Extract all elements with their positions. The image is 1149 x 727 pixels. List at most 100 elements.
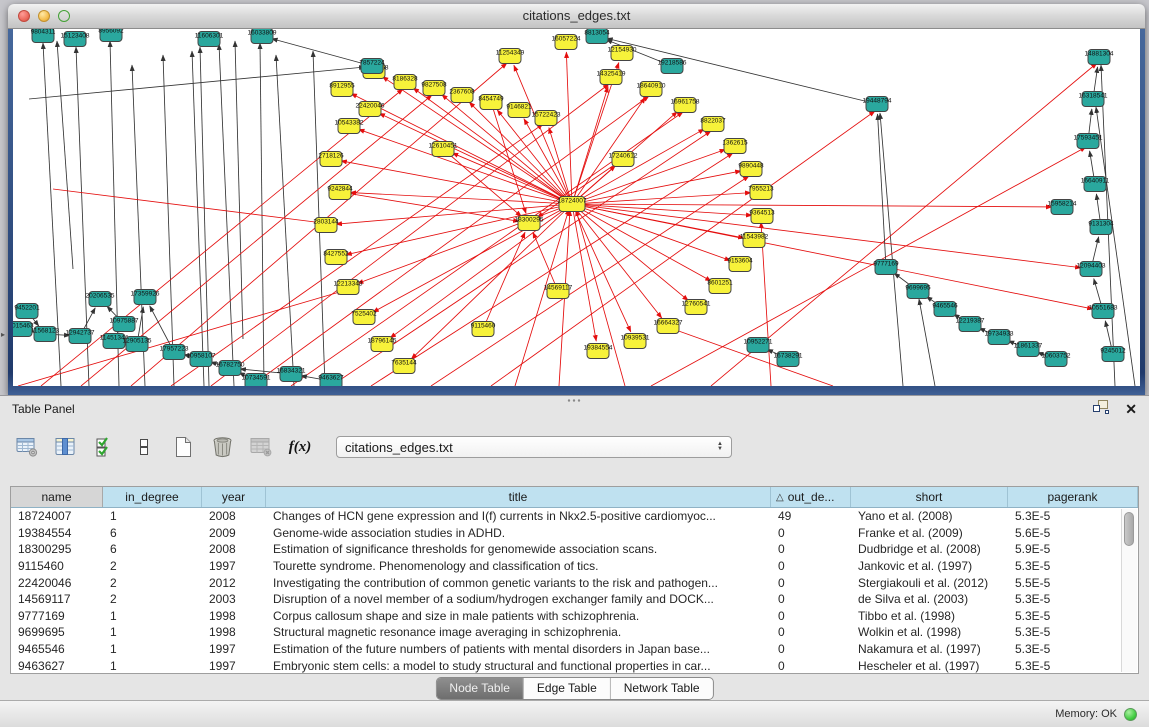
graph-edge[interactable] [491,102,526,213]
graph-edge[interactable] [533,232,558,291]
cell-title: Estimation of the future numbers of pati… [266,642,771,656]
cell-year: 1997 [202,642,266,656]
new-document-icon[interactable] [170,435,196,459]
column-header-year[interactable]: year [202,487,266,507]
graph-edge[interactable] [566,52,572,204]
network-svg: 1872400722420046891295518226058818632898… [13,29,1140,386]
graph-node-label: 10952271 [744,339,773,346]
graph-edge[interactable] [163,55,174,386]
graph-edge[interactable] [171,124,543,386]
cell-year: 1997 [202,559,266,573]
graph-node-label: 9804311 [31,29,56,36]
table-row[interactable]: 1872400712008Changes of HCN gene express… [11,508,1123,525]
graph-edge[interactable] [235,41,243,339]
graph-edge[interactable] [483,232,525,329]
column-header-title[interactable]: title [266,487,771,507]
column-header-in_degree[interactable]: in_degree [103,487,202,507]
cell-out_degree: 0 [771,592,851,606]
graph-edge[interactable] [276,55,294,386]
graph-node-label: 16318541 [1079,93,1108,100]
graph-node-label: 11568123 [31,328,60,335]
table-row[interactable]: 911546021997Tourette syndrome. Phenomeno… [11,558,1123,575]
table-row[interactable]: 946554611997Estimation of the future num… [11,641,1123,658]
graph-edge[interactable] [919,299,935,386]
table-vertical-scrollbar[interactable] [1121,509,1137,672]
graph-edge[interactable] [219,44,234,386]
graph-edge[interactable] [371,153,733,386]
cell-short: Stergiakouli et al. (2012) [851,576,1008,590]
graph-node-label: 12154930 [608,47,637,54]
combo-stepper-icon: ▲ ▼ [717,442,723,452]
graph-edge[interactable] [524,119,572,204]
network-view-window: citations_edges.txt 18724007224200468912… [8,4,1145,395]
tab-network-table[interactable]: Network Table [610,678,713,699]
function-builder-icon[interactable]: f(x) [287,435,313,459]
graph-node-label: 14325419 [597,71,626,78]
graph-node-label: 18640910 [637,83,666,90]
graph-edge[interactable] [272,39,372,66]
column-edit-icon[interactable] [53,435,79,459]
table-row[interactable]: 969969511998Structural magnetic resonanc… [11,624,1123,641]
graph-node-label: 8912955 [329,83,355,90]
table-row[interactable]: 946362711997Embryonic stem cells: a mode… [11,657,1123,673]
scrollbar-thumb[interactable] [1124,512,1134,546]
graph-edge[interactable] [53,189,323,223]
graph-edge[interactable] [382,77,572,204]
cell-name: 9777169 [11,609,103,623]
memory-status-indicator[interactable] [1124,708,1137,721]
graph-edge[interactable] [57,41,73,269]
table-panel-title: Table Panel [12,402,75,416]
cell-pagerank: 5.3E-5 [1008,642,1123,656]
graph-edge[interactable] [572,97,645,204]
graph-node-label: 16664327 [654,320,683,327]
table-row[interactable]: 977716911998Corpus callosum shape and si… [11,608,1123,625]
column-header-pagerank[interactable]: pagerank [1008,487,1138,507]
graph-node-label: 18724007 [558,198,587,205]
network-window-titlebar[interactable]: citations_edges.txt [8,4,1145,29]
graph-node-label: 8454749 [478,96,504,103]
cell-in_degree: 2 [103,559,202,573]
column-header-out_degree[interactable]: △out_de... [771,487,851,507]
select-rows-icon[interactable] [92,435,118,459]
graph-node-label: 9699695 [905,285,931,292]
cell-title: Structural magnetic resonance image aver… [266,625,771,639]
graph-edge[interactable] [192,51,204,386]
float-panel-icon[interactable] [1093,400,1109,419]
rows-icon[interactable] [131,435,157,459]
tab-node-table[interactable]: Node Table [436,678,523,699]
graph-edge[interactable] [379,113,572,204]
table-row[interactable]: 1830029562008Estimation of significance … [11,541,1123,558]
graph-edge[interactable] [1096,107,1135,386]
table-settings-icon[interactable] [14,435,40,459]
panel-collapse-arrow[interactable]: ▸ [1,330,5,339]
table-row[interactable]: 2242004622012Investigating the contribut… [11,574,1123,591]
graph-edge[interactable] [576,210,625,386]
graph-edge[interactable] [491,111,875,386]
table-row[interactable]: 1938455462009Genome-wide association stu… [11,525,1123,542]
graph-edge[interactable] [260,43,264,386]
graph-edge[interactable] [200,47,209,386]
table-type-tabs: Node Table Edge Table Network Table [435,677,713,700]
graph-node-label: 16782750 [216,362,245,369]
panel-divider-handle[interactable] [566,398,582,403]
column-header-short[interactable]: short [851,487,1008,507]
graph-edge[interactable] [350,193,572,204]
graph-node-label: 9452201 [14,305,40,312]
graph-node-label: 10543382 [335,120,364,127]
graph-edge[interactable] [572,204,1093,309]
table-row[interactable]: 1456911722003Disruption of a novel membe… [11,591,1123,608]
graph-edge[interactable] [572,204,1081,268]
close-panel-icon[interactable]: ✕ [1125,402,1137,416]
graph-node-label: 18796145 [368,338,397,345]
graph-node-label: 9242844 [327,186,353,193]
table-select-dropdown[interactable]: citations_edges.txt ▲ ▼ [336,436,732,458]
tab-edge-table[interactable]: Edge Table [523,678,610,699]
graph-edge[interactable] [572,204,596,341]
delete-rows-icon[interactable] [209,435,235,459]
cell-short: Dudbridge et al. (2008) [851,542,1008,556]
network-canvas[interactable]: 1872400722420046891295518226058818632898… [13,29,1140,386]
column-header-name[interactable]: name [11,487,103,507]
graph-node-label: 14569117 [544,285,573,292]
table-panel: Table Panel ✕ [0,395,1149,700]
cell-out_degree: 0 [771,559,851,573]
